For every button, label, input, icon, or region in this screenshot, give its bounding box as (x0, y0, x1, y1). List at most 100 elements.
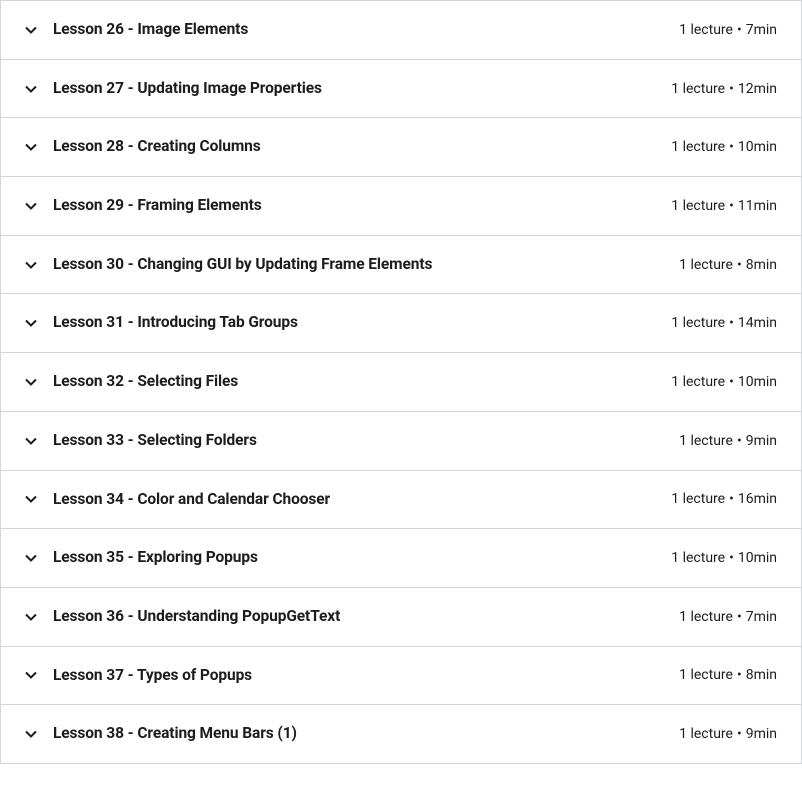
lesson-meta: 1 lecture•10min (671, 550, 777, 566)
lesson-row[interactable]: Lesson 31 - Introducing Tab Groups 1 lect… (0, 294, 802, 353)
lecture-count: 1 lecture (671, 81, 725, 97)
lesson-meta: 1 lecture•12min (671, 81, 777, 97)
lesson-row[interactable]: Lesson 30 - Changing GUI by Updating Fra… (0, 236, 802, 295)
lesson-left: Lesson 34 - Color and Calendar Chooser (25, 489, 655, 511)
lesson-meta: 1 lecture•10min (671, 139, 777, 155)
lecture-count: 1 lecture (679, 257, 733, 273)
lesson-left: Lesson 30 - Changing GUI by Updating Fra… (25, 254, 663, 276)
separator-dot: • (737, 609, 742, 625)
lesson-title: Lesson 35 - Exploring Popups (53, 547, 258, 569)
lesson-title: Lesson 26 - Image Elements (53, 19, 248, 41)
lecture-count: 1 lecture (671, 550, 725, 566)
chevron-down-icon (25, 259, 37, 271)
separator-dot: • (729, 550, 734, 566)
lesson-title: Lesson 29 - Framing Elements (53, 195, 262, 217)
separator-dot: • (729, 374, 734, 390)
lesson-left: Lesson 28 - Creating Columns (25, 136, 655, 158)
separator-dot: • (737, 726, 742, 742)
lesson-meta: 1 lecture•8min (679, 667, 777, 683)
lesson-row[interactable]: Lesson 28 - Creating Columns 1 lecture•10… (0, 118, 802, 177)
duration: 10min (738, 139, 777, 155)
chevron-down-icon (25, 552, 37, 564)
lesson-title: Lesson 33 - Selecting Folders (53, 430, 257, 452)
lesson-title: Lesson 34 - Color and Calendar Chooser (53, 489, 330, 511)
separator-dot: • (729, 198, 734, 214)
lesson-row[interactable]: Lesson 34 - Color and Calendar Chooser 1 … (0, 471, 802, 530)
duration: 7min (746, 609, 777, 625)
lesson-left: Lesson 35 - Exploring Popups (25, 547, 655, 569)
chevron-down-icon (25, 317, 37, 329)
separator-dot: • (729, 491, 734, 507)
lesson-row[interactable]: Lesson 33 - Selecting Folders 1 lecture•9… (0, 412, 802, 471)
lesson-meta: 1 lecture•11min (671, 198, 777, 214)
duration: 8min (746, 667, 777, 683)
lecture-count: 1 lecture (679, 667, 733, 683)
lesson-title: Lesson 32 - Selecting Files (53, 371, 238, 393)
separator-dot: • (729, 81, 734, 97)
lesson-row[interactable]: Lesson 37 - Types of Popups 1 lecture•8mi… (0, 647, 802, 706)
lesson-left: Lesson 32 - Selecting Files (25, 371, 655, 393)
lesson-meta: 1 lecture•16min (671, 491, 777, 507)
lesson-row[interactable]: Lesson 38 - Creating Menu Bars (1) 1 lect… (0, 705, 802, 764)
lesson-row[interactable]: Lesson 35 - Exploring Popups 1 lecture•10… (0, 529, 802, 588)
lesson-title: Lesson 27 - Updating Image Properties (53, 78, 322, 100)
lecture-count: 1 lecture (671, 198, 725, 214)
duration: 10min (738, 374, 777, 390)
chevron-down-icon (25, 728, 37, 740)
lesson-row[interactable]: Lesson 27 - Updating Image Properties 1 l… (0, 60, 802, 119)
chevron-down-icon (25, 611, 37, 623)
lesson-list: Lesson 26 - Image Elements1 lecture•7min… (0, 0, 802, 764)
chevron-down-icon (25, 435, 37, 447)
lesson-meta: 1 lecture•14min (671, 315, 777, 331)
lesson-title: Lesson 28 - Creating Columns (53, 136, 261, 158)
separator-dot: • (729, 315, 734, 331)
duration: 9min (746, 433, 777, 449)
lesson-title: Lesson 38 - Creating Menu Bars (1) (53, 723, 297, 745)
chevron-down-icon (25, 141, 37, 153)
lesson-title: Lesson 37 - Types of Popups (53, 665, 252, 687)
chevron-down-icon (25, 493, 37, 505)
lesson-title: Lesson 31 - Introducing Tab Groups (53, 312, 298, 334)
lecture-count: 1 lecture (671, 491, 725, 507)
duration: 16min (738, 491, 777, 507)
lesson-meta: 1 lecture•10min (671, 374, 777, 390)
lesson-left: Lesson 36 - Understanding PopupGetText (25, 606, 663, 628)
lesson-meta: 1 lecture•7min (679, 609, 777, 625)
duration: 14min (738, 315, 777, 331)
lesson-row[interactable]: Lesson 29 - Framing Elements 1 lecture•11… (0, 177, 802, 236)
lesson-title: Lesson 36 - Understanding PopupGetText (53, 606, 340, 628)
lecture-count: 1 lecture (671, 315, 725, 331)
lesson-left: Lesson 31 - Introducing Tab Groups (25, 312, 655, 334)
lesson-left: Lesson 29 - Framing Elements (25, 195, 655, 217)
separator-dot: • (737, 433, 742, 449)
duration: 10min (738, 550, 777, 566)
lesson-left: Lesson 26 - Image Elements (25, 19, 663, 41)
lesson-row[interactable]: Lesson 32 - Selecting Files 1 lecture•10m… (0, 353, 802, 412)
lecture-count: 1 lecture (679, 609, 733, 625)
duration: 8min (746, 257, 777, 273)
chevron-down-icon (25, 83, 37, 95)
lesson-left: Lesson 38 - Creating Menu Bars (1) (25, 723, 663, 745)
lesson-meta: 1 lecture•7min (679, 22, 777, 38)
lecture-count: 1 lecture (679, 433, 733, 449)
lecture-count: 1 lecture (671, 374, 725, 390)
lesson-left: Lesson 33 - Selecting Folders (25, 430, 663, 452)
duration: 11min (738, 198, 777, 214)
lecture-count: 1 lecture (679, 22, 733, 38)
chevron-down-icon (25, 200, 37, 212)
lesson-meta: 1 lecture•9min (679, 433, 777, 449)
lecture-count: 1 lecture (671, 139, 725, 155)
separator-dot: • (729, 139, 734, 155)
chevron-down-icon (25, 669, 37, 681)
separator-dot: • (737, 257, 742, 273)
duration: 7min (746, 22, 777, 38)
lesson-row[interactable]: Lesson 36 - Understanding PopupGetText 1 … (0, 588, 802, 647)
lesson-row[interactable]: Lesson 26 - Image Elements 1 lecture•7min (0, 0, 802, 60)
chevron-down-icon (25, 24, 37, 36)
separator-dot: • (737, 22, 742, 38)
chevron-down-icon (25, 376, 37, 388)
separator-dot: • (737, 667, 742, 683)
lesson-title: Lesson 30 - Changing GUI by Updating Fra… (53, 254, 432, 276)
duration: 12min (738, 81, 777, 97)
lecture-count: 1 lecture (679, 726, 733, 742)
